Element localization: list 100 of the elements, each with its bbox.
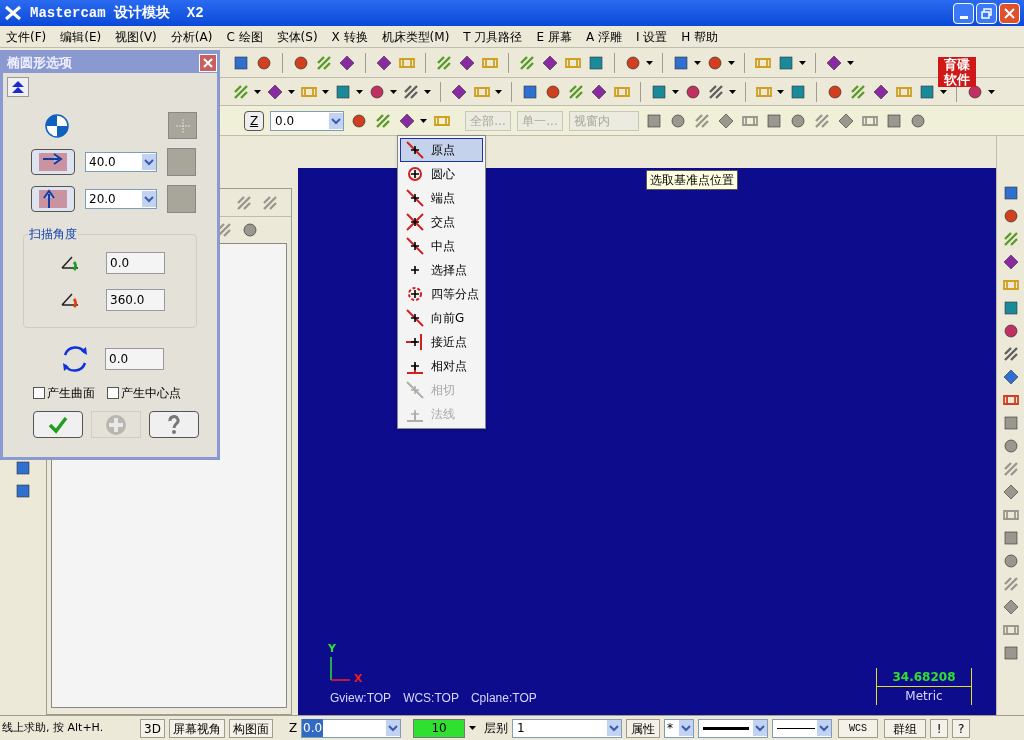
toolbar-icon[interactable] xyxy=(587,53,605,72)
toolbar-icon[interactable] xyxy=(684,82,702,101)
toolbar-icon[interactable] xyxy=(567,82,585,101)
minimize-button[interactable] xyxy=(953,2,974,24)
snap-menu-item[interactable]: 接近点 xyxy=(400,330,483,354)
menu-item[interactable]: 编辑(E) xyxy=(60,27,102,46)
toolbar-icon[interactable] xyxy=(885,111,903,130)
side-toolbar-icon[interactable] xyxy=(1001,299,1020,317)
side-toolbar-icon[interactable] xyxy=(1001,184,1020,202)
toolbar-icon[interactable] xyxy=(266,82,284,101)
help-button[interactable]: ? xyxy=(952,718,971,738)
snap-menu-item[interactable]: 四等分点 xyxy=(400,282,483,306)
status-button[interactable]: 屏幕视角 xyxy=(168,718,225,738)
toolbar-icon[interactable] xyxy=(826,82,844,101)
toolbar-icon[interactable] xyxy=(458,53,476,72)
point-style-field[interactable]: * xyxy=(664,718,695,738)
menu-item[interactable]: X 转换 xyxy=(331,27,368,46)
toolbar-icon[interactable] xyxy=(292,53,310,72)
z-field[interactable]: 0.0 xyxy=(301,718,402,738)
toolbar-icon[interactable] xyxy=(672,53,690,72)
toolbar-icon[interactable] xyxy=(315,53,333,72)
caret-icon[interactable] xyxy=(940,89,947,94)
toolbar-icon[interactable] xyxy=(338,53,356,72)
side-toolbar-icon[interactable] xyxy=(1001,598,1020,616)
dialog-close-button[interactable] xyxy=(199,54,217,72)
close-button[interactable] xyxy=(999,2,1020,24)
toolbar-icon[interactable] xyxy=(669,111,687,130)
toolbar-icon[interactable] xyxy=(650,82,668,101)
caret-icon[interactable] xyxy=(356,89,363,94)
width-combo[interactable]: 40.0 xyxy=(85,152,157,172)
side-toolbar-icon[interactable] xyxy=(1001,322,1020,340)
menu-item[interactable]: E 屏幕 xyxy=(536,27,572,46)
restore-button[interactable] xyxy=(976,2,997,24)
toolbar-icon[interactable] xyxy=(544,82,562,101)
caret-icon[interactable] xyxy=(988,89,995,94)
toolbar-icon[interactable] xyxy=(518,53,536,72)
menu-item[interactable]: 视图(V) xyxy=(115,27,157,46)
toolbar-icon[interactable] xyxy=(435,53,453,72)
toolbar-icon[interactable] xyxy=(624,53,642,72)
status-button[interactable]: 3D xyxy=(140,718,165,738)
caret-icon[interactable] xyxy=(729,89,736,94)
ok-button[interactable] xyxy=(33,411,83,438)
end-angle-field[interactable]: 360.0 xyxy=(106,288,165,311)
toolbar-icon[interactable] xyxy=(717,111,735,130)
side-toolbar-icon[interactable] xyxy=(1001,529,1020,547)
caret-icon[interactable] xyxy=(469,726,477,730)
caret-icon[interactable] xyxy=(420,118,427,123)
snap-menu-item[interactable]: 选择点 xyxy=(400,258,483,282)
exclamation-button[interactable]: ! xyxy=(930,718,949,738)
menu-item[interactable]: T 刀具路径 xyxy=(463,27,523,46)
menu-item[interactable]: I 设置 xyxy=(635,27,668,46)
panel-icon[interactable] xyxy=(14,459,32,477)
side-toolbar-icon[interactable] xyxy=(1001,253,1020,271)
height-button[interactable] xyxy=(31,186,75,212)
toolbar-icon[interactable] xyxy=(241,221,259,239)
caret-icon[interactable] xyxy=(390,89,397,94)
menu-item[interactable]: H 帮助 xyxy=(681,27,719,46)
toolbar-icon[interactable] xyxy=(706,53,724,72)
toolbar-icon[interactable] xyxy=(368,82,386,101)
side-toolbar-icon[interactable] xyxy=(1001,368,1020,386)
menu-item[interactable]: 实体(S) xyxy=(276,27,318,46)
toolbar-icon[interactable] xyxy=(232,53,250,72)
caret-icon[interactable] xyxy=(254,89,261,94)
line-style-field[interactable] xyxy=(698,718,769,738)
menu-item[interactable]: C 绘图 xyxy=(226,27,263,46)
snap-menu-item[interactable]: 原点 xyxy=(400,138,483,162)
toolbar-icon[interactable] xyxy=(837,111,855,130)
snap-menu-item[interactable]: 圆心 xyxy=(400,162,483,186)
toolbar-icon[interactable] xyxy=(374,111,392,130)
side-toolbar-icon[interactable] xyxy=(1001,414,1020,432)
snap-menu-item[interactable]: 相对点 xyxy=(400,354,483,378)
caret-icon[interactable] xyxy=(646,60,653,65)
color-field[interactable]: 10 xyxy=(413,718,466,738)
width-button[interactable] xyxy=(31,149,75,175)
toolbar-icon[interactable] xyxy=(777,53,795,72)
caret-icon[interactable] xyxy=(728,60,735,65)
collapse-button[interactable] xyxy=(7,77,29,97)
checkbox[interactable] xyxy=(107,387,119,399)
status-button[interactable]: 构图面 xyxy=(228,718,273,738)
toolbar-icon[interactable] xyxy=(849,82,867,101)
side-toolbar-icon[interactable] xyxy=(1001,644,1020,662)
attributes-button[interactable]: 属性 xyxy=(626,718,661,738)
snap-menu-item[interactable]: 端点 xyxy=(400,186,483,210)
group-button[interactable]: 群组 xyxy=(884,718,927,738)
caret-icon[interactable] xyxy=(322,89,329,94)
checkbox[interactable] xyxy=(33,387,45,399)
caret-icon[interactable] xyxy=(777,89,784,94)
start-angle-field[interactable]: 0.0 xyxy=(106,251,165,274)
toolbar-icon[interactable] xyxy=(402,82,420,101)
toolbar-icon[interactable] xyxy=(645,111,663,130)
line-width-field[interactable] xyxy=(772,718,833,738)
caret-icon[interactable] xyxy=(288,89,295,94)
side-toolbar-icon[interactable] xyxy=(1001,552,1020,570)
panel-icon[interactable] xyxy=(14,482,32,500)
z-button[interactable]: Z xyxy=(244,110,264,131)
toolbar-icon[interactable] xyxy=(375,53,393,72)
snap-menu-item[interactable]: 中点 xyxy=(400,234,483,258)
toolbar-icon[interactable] xyxy=(398,111,416,130)
caret-icon[interactable] xyxy=(424,89,431,94)
rotation-field[interactable]: 0.0 xyxy=(105,348,164,370)
